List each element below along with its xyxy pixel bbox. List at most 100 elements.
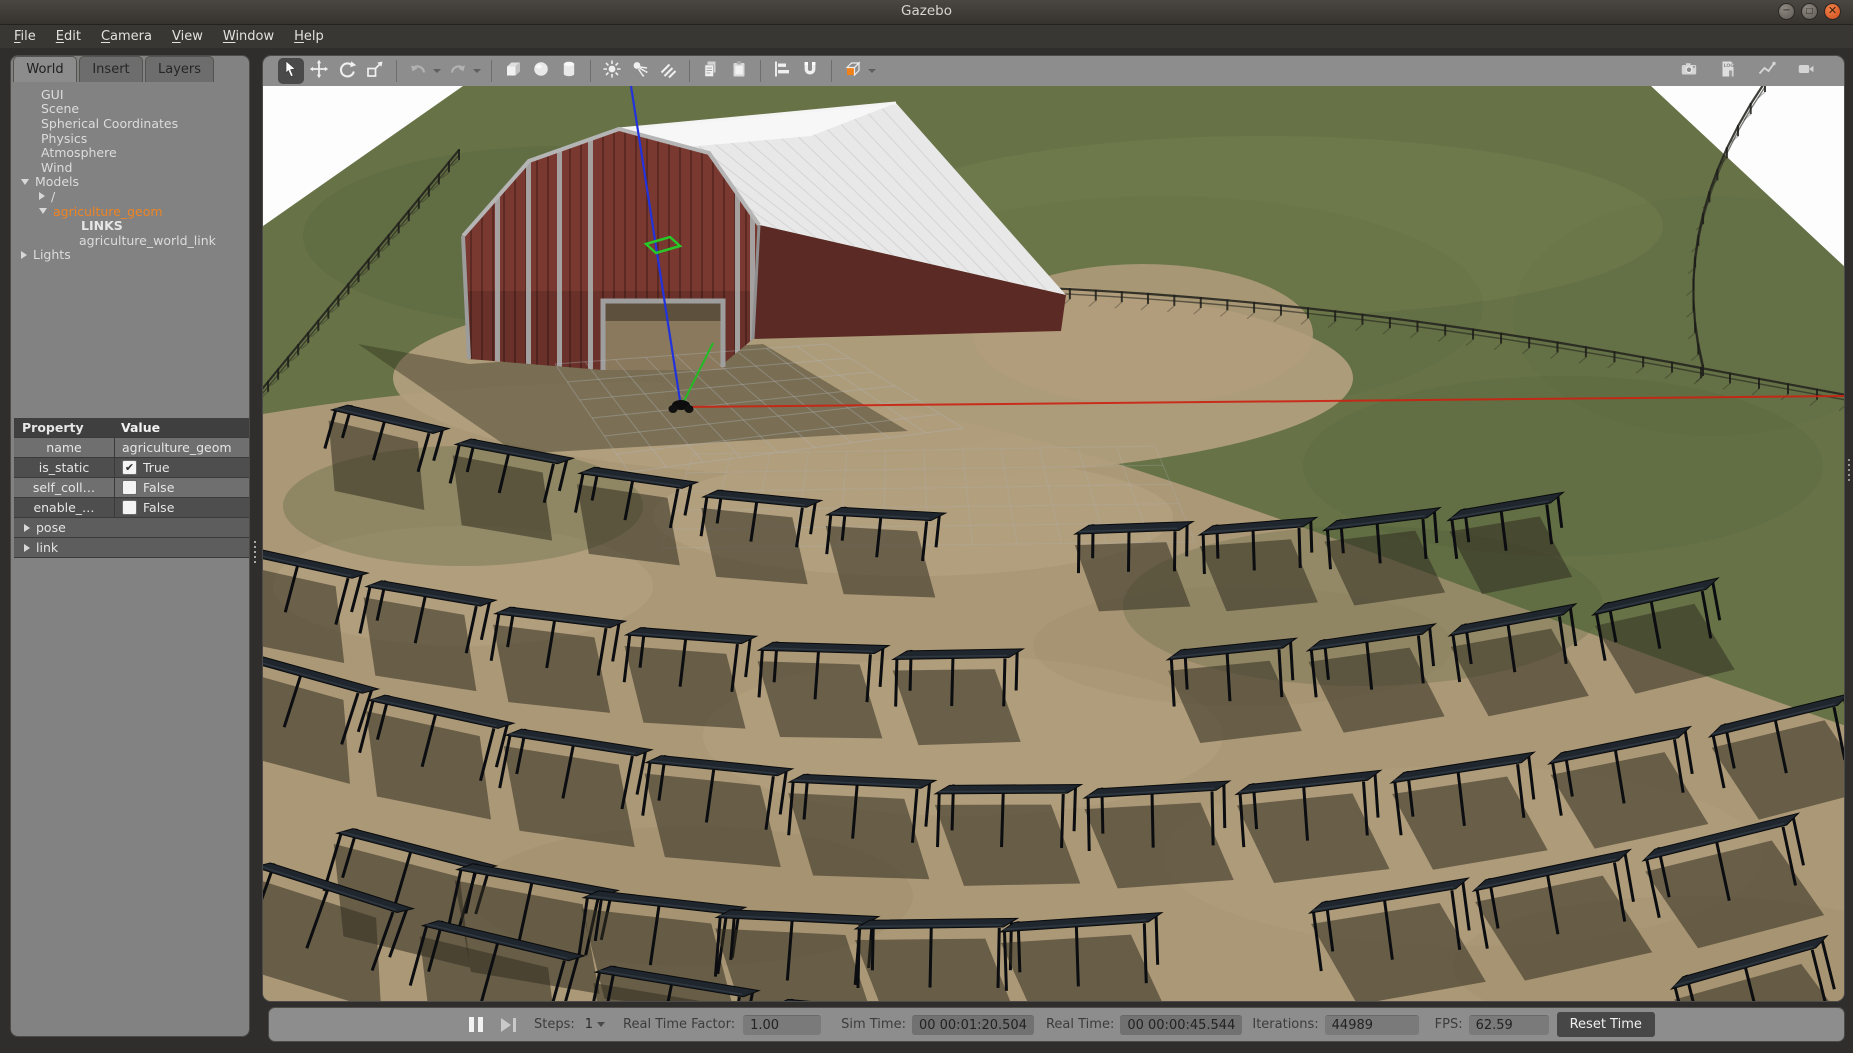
menu-camera[interactable]: Camera — [91, 27, 162, 46]
box-button[interactable] — [500, 58, 526, 84]
undo-history-dropdown-icon[interactable] — [433, 69, 441, 73]
vertical-splitter-handle[interactable] — [253, 538, 257, 566]
steps-spinner-icon[interactable] — [597, 1022, 605, 1027]
box-icon — [503, 59, 523, 83]
expand-arrow-icon[interactable] — [24, 544, 30, 552]
tab-insert[interactable]: Insert — [79, 56, 143, 82]
redo-button[interactable] — [445, 58, 471, 84]
panel-splitter-handle[interactable] — [11, 408, 249, 416]
steps-value[interactable]: 1 — [585, 1017, 593, 1032]
menu-edit[interactable]: Edit — [46, 27, 91, 46]
select-arrow-button[interactable] — [278, 58, 304, 84]
video-record-button[interactable] — [1793, 58, 1819, 84]
property-row-name[interactable]: nameagriculture_geom — [14, 438, 249, 458]
undo-icon — [408, 59, 428, 83]
fps-field[interactable]: 62.59 — [1469, 1015, 1549, 1035]
property-row-pose[interactable]: pose — [14, 518, 249, 538]
spot-light-button[interactable] — [627, 58, 653, 84]
rotate-icon — [337, 59, 357, 83]
steps-label: Steps: — [534, 1017, 575, 1032]
tree-item-agriculture-world-link[interactable]: agriculture_world_link — [11, 233, 247, 248]
plot-icon — [1757, 59, 1777, 83]
undo-button[interactable] — [405, 58, 431, 84]
window-title: Gazebo — [0, 3, 1853, 19]
tree-item-lights[interactable]: Lights — [11, 248, 247, 263]
sphere-icon — [531, 59, 551, 83]
translate-button[interactable] — [306, 58, 332, 84]
scale-button[interactable] — [362, 58, 388, 84]
view-angle-button[interactable] — [840, 58, 866, 84]
property-row-self-coll-[interactable]: self_coll…False — [14, 478, 249, 498]
close-button[interactable]: ✕ — [1824, 3, 1841, 20]
rtf-field[interactable]: 1.00 — [743, 1015, 821, 1035]
menu-view[interactable]: View — [162, 27, 213, 46]
plot-button[interactable] — [1754, 58, 1780, 84]
collapse-arrow-icon[interactable] — [39, 208, 47, 214]
tree-item-links[interactable]: LINKS — [11, 218, 247, 233]
viewport-3d[interactable] — [263, 86, 1845, 1002]
paste-button[interactable] — [726, 58, 752, 84]
expand-arrow-icon[interactable] — [21, 251, 27, 259]
checkbox-unchecked-icon[interactable] — [122, 500, 137, 515]
snap-button[interactable] — [797, 58, 823, 84]
reset-time-button[interactable]: Reset Time — [1557, 1012, 1655, 1037]
titlebar[interactable]: Gazebo − □ ✕ — [0, 0, 1853, 25]
gazebo-window: Gazebo − □ ✕ FileEditCameraViewWindowHel… — [0, 0, 1853, 1053]
align-button[interactable] — [769, 58, 795, 84]
property-table: PropertyValuenameagriculture_geomis_stat… — [14, 418, 249, 558]
directional-light-icon — [658, 59, 678, 83]
redo-history-dropdown-icon[interactable] — [473, 69, 481, 73]
property-row-enable-[interactable]: enable_…False — [14, 498, 249, 518]
menu-window[interactable]: Window — [213, 27, 284, 46]
maximize-button[interactable]: □ — [1801, 3, 1818, 20]
copy-icon — [701, 59, 721, 83]
menubar: FileEditCameraViewWindowHelp — [0, 25, 1853, 48]
iterations-field[interactable]: 44989 — [1325, 1015, 1419, 1035]
tree-item-atmosphere[interactable]: Atmosphere — [11, 145, 247, 160]
log-record-button[interactable]: LOG — [1715, 58, 1741, 84]
step-button[interactable] — [501, 1018, 516, 1032]
sim-time-field[interactable]: 00 00:01:20.504 — [912, 1015, 1034, 1035]
tab-layers[interactable]: Layers — [145, 56, 214, 82]
property-row-is-static[interactable]: is_static✔True — [14, 458, 249, 478]
menu-file[interactable]: File — [4, 27, 46, 46]
collapse-arrow-icon[interactable] — [21, 179, 29, 185]
rotate-button[interactable] — [334, 58, 360, 84]
screenshot-camera-button[interactable] — [1676, 58, 1702, 84]
right-splitter-handle[interactable] — [1847, 456, 1851, 484]
cylinder-button[interactable] — [556, 58, 582, 84]
snap-icon — [800, 59, 820, 83]
scale-icon — [365, 59, 385, 83]
pause-button[interactable] — [469, 1017, 483, 1032]
expand-arrow-icon[interactable] — [39, 192, 45, 200]
real-time-field[interactable]: 00 00:00:45.544 — [1120, 1015, 1242, 1035]
view-angle-dropdown-icon[interactable] — [868, 69, 876, 73]
sphere-button[interactable] — [528, 58, 554, 84]
redo-icon — [448, 59, 468, 83]
tree-item-gui[interactable]: GUI — [11, 87, 247, 102]
copy-button[interactable] — [698, 58, 724, 84]
tree-item-models[interactable]: Models — [11, 175, 247, 190]
tab-world[interactable]: World — [13, 56, 77, 82]
tree-item-physics[interactable]: Physics — [11, 131, 247, 146]
menu-help[interactable]: Help — [284, 27, 334, 46]
tree-item-spherical-coordinates[interactable]: Spherical Coordinates — [11, 116, 247, 131]
sim-time-label: Sim Time: — [841, 1017, 906, 1032]
tree-item--[interactable]: / — [11, 189, 247, 204]
property-row-link[interactable]: link — [14, 538, 249, 558]
minimize-button[interactable]: − — [1778, 3, 1795, 20]
svg-text:LOG: LOG — [1724, 63, 1735, 69]
checkbox-unchecked-icon[interactable] — [122, 480, 137, 495]
directional-light-button[interactable] — [655, 58, 681, 84]
world-panel: WorldInsertLayers GUISceneSpherical Coor… — [10, 55, 250, 1037]
tree-item-scene[interactable]: Scene — [11, 102, 247, 117]
point-light-button[interactable] — [599, 58, 625, 84]
tree-item-wind[interactable]: Wind — [11, 160, 247, 175]
fps-label: FPS: — [1435, 1017, 1463, 1032]
select-arrow-icon — [281, 59, 301, 83]
panel-tabs: WorldInsertLayers — [13, 56, 216, 82]
checkbox-checked-icon[interactable]: ✔ — [122, 460, 137, 475]
expand-arrow-icon[interactable] — [24, 524, 30, 532]
video-record-icon — [1796, 59, 1816, 83]
tree-item-agriculture-geom[interactable]: agriculture_geom — [11, 204, 247, 219]
